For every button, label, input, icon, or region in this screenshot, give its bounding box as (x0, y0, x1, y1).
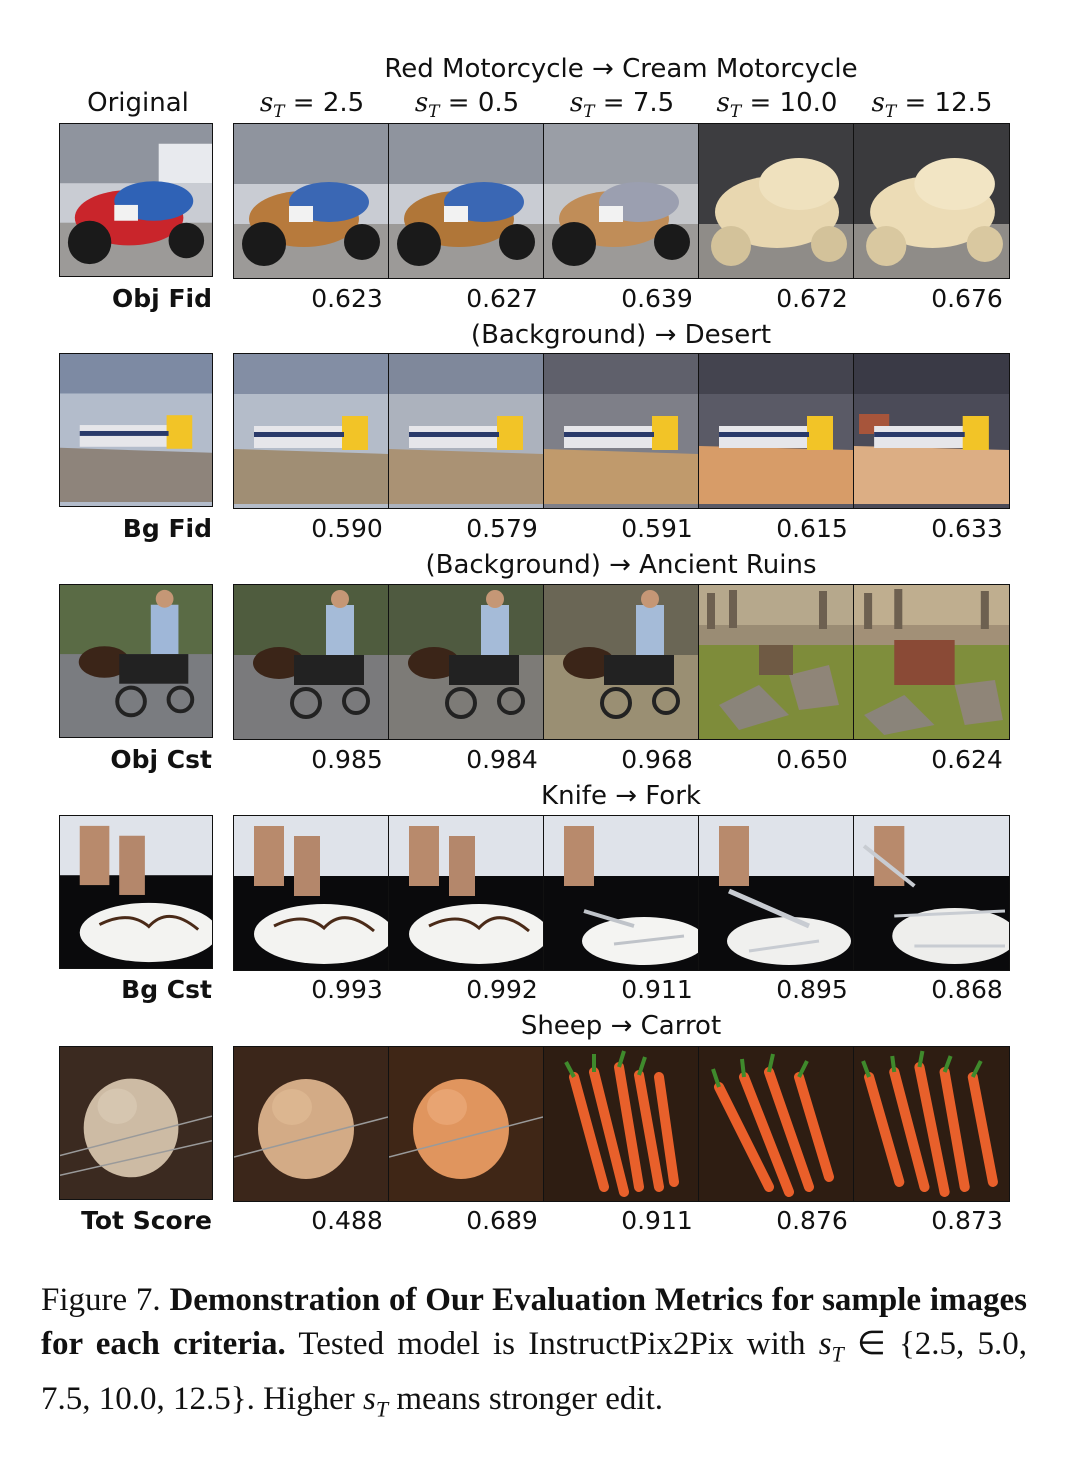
score-value: 0.676 (931, 284, 1003, 313)
column-header-scale-5: sT = 12.5 (871, 88, 993, 123)
cake-edit-image (389, 816, 544, 970)
column-header-original: Original (87, 88, 189, 118)
caption-label: Figure 7. (41, 1282, 161, 1318)
original-cake-image (59, 815, 213, 969)
sheep-edit-image (699, 1047, 854, 1201)
horse-cart-edit-image (699, 585, 854, 739)
score-value: 0.591 (621, 514, 693, 543)
metric-label: Bg Cst (121, 975, 212, 1004)
train-edit-image (854, 354, 1009, 508)
cake-edit-image (854, 816, 1009, 970)
row-title-2: (Background) → Desert (470, 320, 772, 350)
column-header-scale-4: sT = 10.0 (716, 88, 838, 123)
figure-caption: Figure 7. Demonstration of Our Evaluatio… (41, 1278, 1027, 1431)
horse-cart-edit-image (854, 585, 1009, 739)
score-value: 0.590 (311, 514, 383, 543)
score-value: 0.623 (311, 284, 383, 313)
column-header-scale-3: sT = 7.5 (569, 88, 675, 123)
caption-text: means stronger edit. (396, 1380, 664, 1417)
score-value: 0.579 (466, 514, 538, 543)
sheep-edit-image (854, 1047, 1009, 1201)
motorcycle-edit-image (854, 124, 1009, 278)
column-header-scale-2: sT = 0.5 (414, 88, 520, 123)
sheep-edit-image (389, 1047, 544, 1201)
score-value: 0.985 (311, 745, 383, 774)
score-value: 0.672 (776, 284, 848, 313)
score-value: 0.488 (311, 1206, 383, 1235)
motorcycle-edit-image (234, 124, 389, 278)
metric-label: Obj Fid (112, 284, 212, 313)
row-title-1: Red Motorcycle → Cream Motorcycle (384, 54, 858, 84)
caption-subscript: T (831, 1341, 844, 1367)
original-horse-cart-image (59, 584, 213, 738)
score-value: 0.615 (776, 514, 848, 543)
train-edit-image (234, 354, 389, 508)
original-sheep-image (59, 1046, 213, 1200)
cake-edit-image (234, 816, 389, 970)
row-title-3: (Background) → Ancient Ruins (425, 550, 817, 580)
score-value: 0.868 (931, 975, 1003, 1004)
original-motorcycle-image (59, 123, 213, 277)
score-value: 0.873 (931, 1206, 1003, 1235)
cake-edits-strip (233, 815, 1010, 971)
motorcycle-edit-image (544, 124, 699, 278)
caption-symbol: s (362, 1380, 376, 1417)
score-value: 0.968 (621, 745, 693, 774)
train-edit-image (699, 354, 854, 508)
horse-cart-edits-strip (233, 584, 1010, 740)
score-value: 0.876 (776, 1206, 848, 1235)
motorcycle-edit-image (389, 124, 544, 278)
train-edit-image (544, 354, 699, 508)
sheep-edit-image (544, 1047, 699, 1201)
horse-cart-edit-image (389, 585, 544, 739)
score-value: 0.984 (466, 745, 538, 774)
row-title-4: Knife → Fork (541, 781, 701, 811)
row-title-5: Sheep → Carrot (520, 1011, 722, 1041)
score-value: 0.895 (776, 975, 848, 1004)
metric-label: Bg Fid (122, 514, 212, 543)
train-edits-strip (233, 353, 1010, 509)
score-value: 0.633 (931, 514, 1003, 543)
motorcycle-edit-image (699, 124, 854, 278)
caption-subscript: T (375, 1396, 389, 1422)
caption-text: Higher (263, 1380, 355, 1417)
column-header-scale-1: sT = 2.5 (259, 88, 365, 123)
motorcycle-edits-strip (233, 123, 1010, 279)
score-value: 0.911 (621, 1206, 693, 1235)
score-value: 0.627 (466, 284, 538, 313)
sheep-edit-image (234, 1047, 389, 1201)
score-value: 0.992 (466, 975, 538, 1004)
score-value: 0.993 (311, 975, 383, 1004)
score-value: 0.639 (621, 284, 693, 313)
cake-edit-image (544, 816, 699, 970)
score-value: 0.624 (931, 745, 1003, 774)
score-value: 0.911 (621, 975, 693, 1004)
score-value: 0.689 (466, 1206, 538, 1235)
sheep-edits-strip (233, 1046, 1010, 1202)
caption-symbol: s (818, 1326, 832, 1362)
caption-text: Tested model is InstructPix2Pix with (298, 1326, 806, 1362)
horse-cart-edit-image (544, 585, 699, 739)
original-train-image (59, 353, 213, 507)
metric-label: Tot Score (81, 1206, 212, 1235)
cake-edit-image (699, 816, 854, 970)
train-edit-image (389, 354, 544, 508)
score-value: 0.650 (776, 745, 848, 774)
metric-label: Obj Cst (110, 745, 212, 774)
horse-cart-edit-image (234, 585, 389, 739)
